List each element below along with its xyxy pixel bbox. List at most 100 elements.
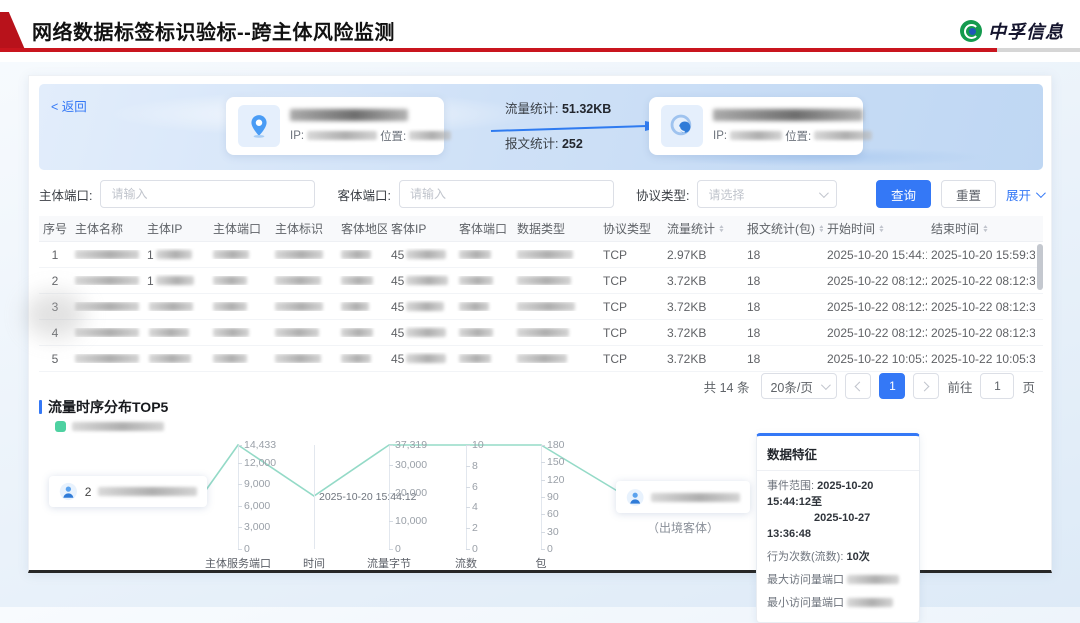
axis-tick: 0 <box>244 543 250 555</box>
source-entity-card[interactable]: IP: 位置: <box>226 97 444 155</box>
axis-tick: 180 <box>547 439 565 451</box>
axis-tick: 30 <box>547 526 559 538</box>
axis-tick: 10 <box>472 439 484 451</box>
destination-entity-card[interactable]: IP: 位置: <box>649 97 863 155</box>
axis-tick: 2 <box>472 522 478 534</box>
chevron-left-icon <box>855 381 865 391</box>
col-header: 客体地区 <box>337 220 387 237</box>
page-size-select[interactable]: 20条/页 <box>761 373 837 399</box>
cell-redacted <box>513 354 599 363</box>
cell-redacted <box>71 354 143 363</box>
current-page-button[interactable]: 1 <box>879 373 905 399</box>
sort-icon[interactable]: ▲▼ <box>819 225 823 233</box>
sort-icon[interactable]: ▲▼ <box>983 225 988 233</box>
event-range-label: 事件范围: <box>767 480 814 492</box>
back-link[interactable]: < 返回 <box>51 96 87 115</box>
axis-tick: 60 <box>547 508 559 520</box>
col-header-label: 结束时间 <box>931 220 979 237</box>
axis-label: 包 <box>536 555 547 571</box>
pagination-total: 共 14 条 <box>704 377 750 396</box>
chart-legend[interactable] <box>55 421 164 432</box>
cell-start-time: 2025-10-22 08:12:29 <box>823 274 927 288</box>
destination-node-card[interactable] <box>616 481 750 513</box>
col-header: 客体端口 <box>455 220 513 237</box>
panel-body: 事件范围: 2025-10-20 15:44:12至 2025-10-27 13… <box>757 471 919 622</box>
cell-packets: 18 <box>743 352 823 366</box>
table-row[interactable]: 5 45 TCP 3.72KB 18 2025-10-22 10:05:32 2… <box>39 346 1043 372</box>
table-row[interactable]: 3 45 TCP 3.72KB 18 2025-10-22 08:12:30 2… <box>39 294 1043 320</box>
header-underline <box>0 48 1080 52</box>
axis-tick: 12,000 <box>244 457 276 469</box>
header-accent-shape <box>0 12 26 52</box>
cell-redacted <box>209 276 271 285</box>
traffic-stat-label: 流量统计: <box>505 102 558 116</box>
col-header: 主体名称 <box>71 220 143 237</box>
object-port-input[interactable] <box>399 180 614 208</box>
col-header-label: 流量统计 <box>667 220 715 237</box>
location-label: 位置: <box>785 128 811 144</box>
cell-redacted <box>271 302 337 311</box>
axis-tick: 0 <box>395 543 401 555</box>
ip-label: IP: <box>290 130 304 142</box>
location-label: 位置: <box>380 128 406 144</box>
sort-icon[interactable]: ▲▼ <box>879 225 884 233</box>
axis-line <box>466 445 467 549</box>
axis-tick: 10,000 <box>395 515 427 527</box>
person-icon <box>59 482 78 501</box>
axis-tick: 9,000 <box>244 478 270 490</box>
page: 网络数据标签标识验标--跨主体风险监测 中孚信息 < 返回 IP: 位置: <box>0 0 1080 607</box>
cell-traffic: 3.72KB <box>663 352 743 366</box>
table-header: 序号 主体名称 主体IP 主体端口 主体标识 客体地区 客体IP 客体端口 数据… <box>39 216 1043 242</box>
expand-toggle[interactable]: 展开 <box>1006 185 1043 204</box>
table-row[interactable]: 1 1 45 TCP 2.97KB 18 2025-10-20 15:44:12… <box>39 242 1043 268</box>
cell-start-time: 2025-10-22 08:12:30 <box>823 300 927 314</box>
cell-redacted <box>209 354 271 363</box>
legend-marker <box>55 421 66 432</box>
cell-redacted <box>513 276 599 285</box>
goto-page-input[interactable] <box>980 373 1014 399</box>
cell-protocol: TCP <box>599 248 663 262</box>
col-header-sortable[interactable]: 结束时间 ▲▼ <box>927 220 1035 237</box>
next-page-button[interactable] <box>913 373 939 399</box>
cell-subject-ip <box>143 354 209 363</box>
table-scrollbar[interactable] <box>1037 244 1043 290</box>
cell-redacted <box>455 354 513 363</box>
query-button[interactable]: 查询 <box>876 180 931 208</box>
col-header-sortable[interactable]: 报文统计(包)▲▼ <box>743 220 823 237</box>
cell-redacted <box>71 250 143 259</box>
cell-redacted <box>271 250 337 259</box>
cell-object-ip: 45 <box>387 300 455 314</box>
chevron-down-icon <box>1036 188 1046 198</box>
reset-button[interactable]: 重置 <box>941 180 996 208</box>
axis-line <box>314 445 315 549</box>
axis-tick: 14,433 <box>244 439 276 451</box>
prev-page-button[interactable] <box>845 373 871 399</box>
sort-icon[interactable]: ▲▼ <box>719 225 724 233</box>
destination-entity-name-redacted <box>713 109 863 121</box>
protocol-type-select[interactable]: 请选择 <box>697 180 837 208</box>
behavior-count-label: 行为次数(流数): <box>767 551 843 563</box>
source-entity-body: IP: 位置: <box>290 109 451 144</box>
cell-redacted <box>513 302 599 311</box>
cell-traffic: 3.72KB <box>663 326 743 340</box>
col-header-sortable[interactable]: 流量统计 ▲▼ <box>663 220 743 237</box>
cell-start-time: 2025-10-20 15:44:12 <box>823 248 927 262</box>
traffic-stat-value: 51.32KB <box>562 102 611 116</box>
cell-start-time: 2025-10-22 10:05:32 <box>823 352 927 366</box>
max-port-row: 最大访问量端口 <box>767 573 909 589</box>
subject-port-input[interactable] <box>100 180 315 208</box>
brand-logo-icon <box>960 20 982 42</box>
table-row[interactable]: 4 45 TCP 3.72KB 18 2025-10-22 08:12:35 2… <box>39 320 1043 346</box>
axis-line <box>389 445 390 549</box>
table-row[interactable]: 2 1 45 TCP 3.72KB 18 2025-10-22 08:12:29… <box>39 268 1043 294</box>
expand-label: 展开 <box>1006 185 1031 204</box>
col-header-sortable[interactable]: 开始时间▲▼ <box>823 220 927 237</box>
cell-redacted <box>455 302 513 311</box>
location-pin-icon <box>238 105 280 147</box>
chart-title: 流量时序分布TOP5 <box>48 397 168 417</box>
source-node-card[interactable]: 2 <box>49 476 207 507</box>
legend-label-redacted <box>72 422 164 431</box>
cell-end-time: 2025-10-22 08:12:30 <box>927 300 1035 314</box>
brand-logo: 中孚信息 <box>960 18 1064 44</box>
app-header: 网络数据标签标识验标--跨主体风险监测 中孚信息 <box>0 0 1080 62</box>
